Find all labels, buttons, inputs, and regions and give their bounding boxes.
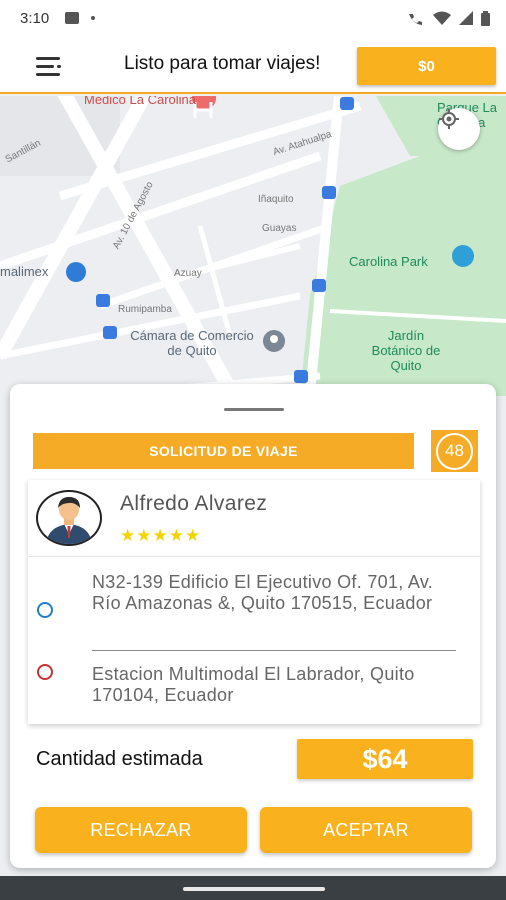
trip-request-card: SOLICITUD DE VIAJE 48 Alfredo Alvarez ★★… — [10, 384, 496, 868]
status-time: 3:10 — [20, 9, 50, 27]
estimate-label: Cantidad estimada — [36, 748, 203, 770]
wifi-calling-icon — [409, 14, 422, 25]
page-title: Listo para tomar viajes! — [124, 53, 321, 74]
signal-icon — [459, 11, 473, 25]
map-label-alimex: malimex — [0, 264, 49, 279]
map-label-guayas: Guayas — [262, 223, 297, 234]
map-label-camara: Cámara de Comercio de Quito — [130, 328, 254, 358]
origin-address: N32-139 Edificio El Ejecutivo Of. 701, A… — [92, 572, 434, 613]
divider — [28, 556, 480, 557]
destination-pin-icon — [37, 664, 53, 680]
timer-value: 48 — [436, 432, 473, 470]
map-label-azuay: Azuay — [174, 268, 202, 279]
dot-icon — [91, 16, 96, 20]
map-label-inaquito: Iñaquito — [258, 194, 294, 205]
map-label-carolina-park: Carolina Park — [349, 254, 428, 269]
accept-button[interactable]: ACEPTAR — [260, 807, 472, 853]
drag-handle[interactable] — [224, 408, 284, 411]
my-location-icon[interactable] — [438, 108, 480, 150]
countdown-timer: 48 — [431, 430, 478, 472]
address-divider — [92, 650, 456, 651]
wifi-icon — [433, 11, 451, 25]
map-label-jardin: Jardín Botánico de Quito — [371, 328, 441, 373]
rating-stars: ★★★★★ — [120, 526, 202, 545]
home-gesture-pill[interactable] — [183, 887, 325, 891]
request-title: SOLICITUD DE VIAJE — [33, 433, 414, 469]
destination-address: Estacion Multimodal El Labrador, Quito 1… — [92, 664, 415, 705]
map-label-hospital: Médico La Carolina — [84, 96, 197, 107]
image-icon — [65, 12, 80, 24]
origin-pin-icon — [37, 602, 53, 618]
app-bar: Listo para tomar viajes! $0 — [0, 36, 506, 94]
estimate-value: $64 — [297, 739, 473, 779]
avatar — [36, 490, 102, 546]
system-nav-bar — [0, 876, 506, 900]
battery-icon — [481, 10, 490, 26]
passenger-info: Alfredo Alvarez ★★★★★ N32-139 Edificio E… — [28, 480, 480, 724]
map-label-rumipamba: Rumipamba — [118, 304, 172, 315]
passenger-name: Alfredo Alvarez — [120, 492, 268, 515]
menu-icon[interactable] — [36, 55, 64, 77]
balance-button[interactable]: $0 — [357, 47, 496, 85]
status-bar: 3:10 — [0, 0, 506, 36]
person-icon — [46, 497, 92, 544]
reject-button[interactable]: RECHAZAR — [35, 807, 247, 853]
